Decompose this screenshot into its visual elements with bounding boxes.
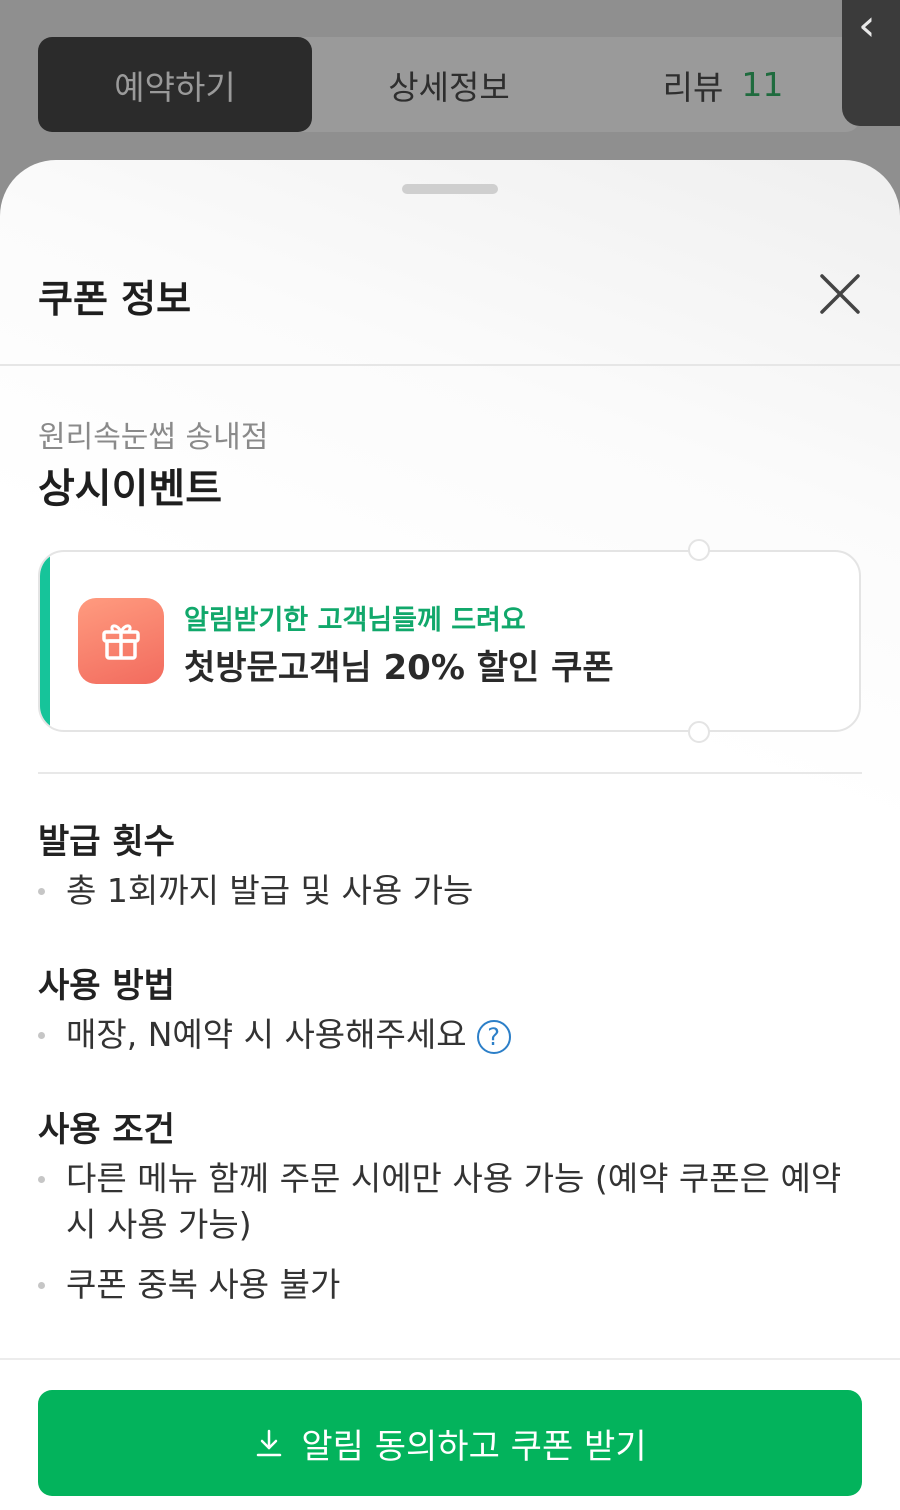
tab-details-label: 상세정보 — [388, 67, 510, 107]
coupon-name: 첫방문고객님 20% 할인 쿠폰 — [184, 648, 614, 688]
issue-count-item: 총 1회까지 발급 및 사용 가능 — [38, 868, 868, 914]
usage-condition-text-1: 다른 메뉴 함께 주문 시에만 사용 가능 (예약 쿠폰은 예약시 사용 가능) — [66, 1159, 842, 1244]
coupon-card: 알림받기한 고객님들께 드려요 첫방문고객님 20% 할인 쿠폰 — [38, 550, 861, 732]
coupon-info-sheet: 쿠폰 정보 원리속눈썹 송내점 상시이벤트 알림받기한 고객님들께 드려요 첫방… — [0, 160, 900, 1510]
tab-reviews-label: 리뷰 — [662, 67, 724, 107]
usage-condition-item: 쿠폰 중복 사용 불가 — [38, 1262, 868, 1308]
drag-handle[interactable] — [402, 184, 498, 194]
close-button[interactable] — [812, 266, 868, 322]
background-page: 예약하기 상세정보 리뷰 11 ‹ — [0, 0, 900, 180]
bullet-dot — [38, 1282, 45, 1289]
get-coupon-button[interactable]: 알림 동의하고 쿠폰 받기 — [38, 1390, 862, 1496]
bullet-dot — [38, 1032, 45, 1039]
tab-reviews[interactable]: 리뷰 11 — [586, 37, 860, 132]
event-title: 상시이벤트 — [38, 466, 222, 512]
bullet-dot — [38, 888, 45, 895]
store-name: 원리속눈썹 송내점 — [38, 420, 269, 455]
get-coupon-button-label: 알림 동의하고 쿠폰 받기 — [301, 1426, 647, 1467]
tab-reservation-label: 예약하기 — [114, 67, 236, 107]
gift-icon-badge — [78, 598, 164, 684]
usage-conditions-title: 사용 조건 — [38, 1110, 175, 1150]
tab-details[interactable]: 상세정보 — [312, 37, 586, 132]
issue-count-title: 발급 횟수 — [38, 822, 175, 862]
close-icon — [820, 274, 860, 314]
tab-bar: 예약하기 상세정보 리뷰 11 — [38, 37, 860, 132]
coupon-notch-top — [688, 539, 710, 561]
edge-panel[interactable]: ‹ — [842, 0, 900, 126]
coupon-divider — [38, 772, 862, 774]
download-icon — [257, 1429, 282, 1457]
usage-method-item: 매장, N예약 시 사용해주세요? — [38, 1012, 868, 1058]
header-divider — [0, 364, 900, 366]
tab-reservation[interactable]: 예약하기 — [38, 37, 312, 132]
usage-condition-text-2: 쿠폰 중복 사용 불가 — [66, 1265, 341, 1304]
tab-reviews-count: 11 — [741, 65, 784, 104]
usage-method-text: 매장, N예약 시 사용해주세요 — [66, 1015, 467, 1054]
coupon-tag: 알림받기한 고객님들께 드려요 — [184, 605, 526, 636]
bullet-dot — [38, 1176, 45, 1183]
coupon-accent-bar — [40, 552, 50, 730]
gift-icon — [102, 624, 140, 660]
usage-condition-item: 다른 메뉴 함께 주문 시에만 사용 가능 (예약 쿠폰은 예약시 사용 가능) — [38, 1156, 868, 1248]
coupon-notch-bottom — [688, 721, 710, 743]
issue-count-text: 총 1회까지 발급 및 사용 가능 — [66, 871, 474, 910]
sheet-title: 쿠폰 정보 — [38, 277, 192, 321]
usage-method-title: 사용 방법 — [38, 966, 175, 1006]
footer-divider — [0, 1358, 900, 1360]
help-icon[interactable]: ? — [476, 1019, 511, 1054]
chevron-left-icon: ‹ — [858, 0, 876, 51]
